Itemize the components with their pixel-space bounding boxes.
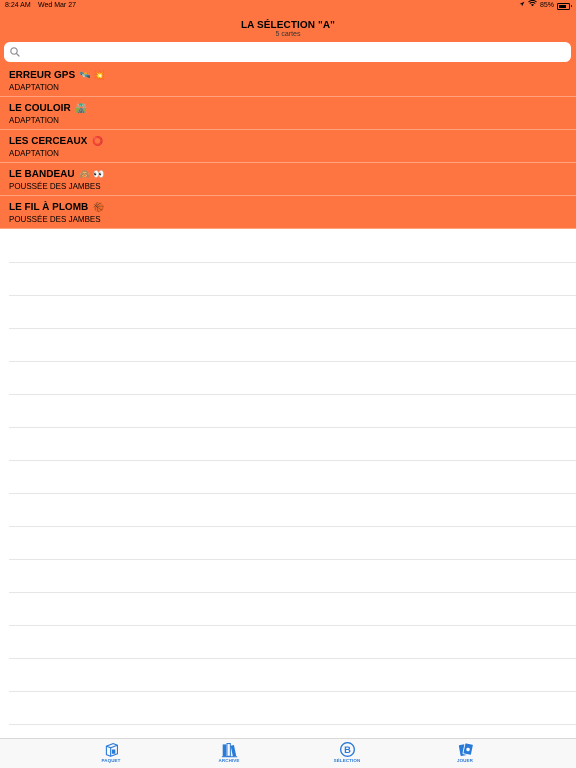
empty-row: [9, 263, 576, 296]
card-category: ADAPTATION: [9, 83, 59, 92]
empty-row: [9, 626, 576, 659]
tab-paquet[interactable]: PAQUET: [81, 741, 141, 767]
tab-label: SÉLECTION: [333, 758, 361, 763]
svg-text:B: B: [344, 745, 351, 755]
battery-percent: 85%: [539, 2, 554, 9]
card-title: LES CERCEAUX: [9, 136, 88, 147]
wifi-icon: [528, 0, 537, 12]
selection-b-icon: B: [339, 742, 355, 757]
empty-row: [9, 428, 576, 461]
card-emoji: 🏀: [93, 202, 105, 212]
card-row[interactable]: LE FIL À PLOMB 🏀 POUSSÉE DES JAMBES: [0, 196, 576, 229]
search-input[interactable]: [24, 45, 564, 59]
battery-icon: [557, 2, 572, 10]
card-title: LE COULOIR: [9, 103, 71, 114]
empty-row: [9, 395, 576, 428]
card-emoji: ⭕: [92, 136, 104, 146]
card-row[interactable]: LES CERCEAUX ⭕ ADAPTATION: [0, 130, 576, 163]
empty-table-area: [0, 230, 576, 738]
tab-selection[interactable]: B SÉLECTION: [317, 741, 377, 767]
search-icon: [10, 47, 20, 57]
status-date: Wed Mar 27: [38, 2, 76, 9]
tab-label: PAQUET: [101, 758, 121, 763]
card-list: ERREUR GPS 🛰️ 💥 ADAPTATION LE COULOIR 🛣️…: [0, 64, 576, 229]
card-category: ADAPTATION: [9, 149, 59, 158]
empty-row: [9, 692, 576, 725]
empty-row: [9, 329, 576, 362]
card-emoji: 🙈 👀: [79, 169, 105, 179]
tab-archive[interactable]: ARCHIVE: [199, 741, 259, 767]
empty-row: [9, 560, 576, 593]
tab-label: ARCHIVE: [218, 758, 240, 763]
status-bar: 8:24 AM Wed Mar 27 85%: [0, 0, 576, 12]
search-field[interactable]: [4, 42, 571, 62]
status-time: 8:24 AM: [5, 2, 31, 9]
page-subtitle: 5 cartes: [275, 31, 301, 38]
card-category: ADAPTATION: [9, 116, 59, 125]
card-title: LE BANDEAU: [9, 169, 75, 180]
navigation-bar: LA SÉLECTION "A" 5 cartes: [0, 12, 576, 41]
empty-row: [9, 296, 576, 329]
status-right: 85%: [519, 0, 572, 12]
card-title: ERREUR GPS: [9, 70, 76, 81]
card-row[interactable]: LE BANDEAU 🙈 👀 POUSSÉE DES JAMBES: [0, 163, 576, 196]
tab-bar: PAQUET ARCHIVE B SÉLECTION JOUER: [0, 738, 576, 768]
tab-label: JOUER: [456, 758, 473, 763]
empty-row: [9, 659, 576, 692]
page-title: LA SÉLECTION "A": [240, 20, 336, 31]
card-emoji: 🛣️: [75, 103, 87, 113]
card-emoji: 🛰️ 💥: [79, 70, 105, 80]
play-cards-icon: [458, 742, 474, 756]
empty-row: [9, 362, 576, 395]
card-category: POUSSÉE DES JAMBES: [9, 182, 101, 191]
deck-icon: [105, 742, 118, 757]
empty-row: [9, 461, 576, 494]
archive-icon: [221, 743, 237, 758]
card-row[interactable]: LE COULOIR 🛣️ ADAPTATION: [0, 97, 576, 130]
location-icon: [519, 0, 525, 12]
card-title: LE FIL À PLOMB: [9, 202, 89, 213]
empty-row: [9, 527, 576, 560]
empty-row: [9, 593, 576, 626]
empty-row: [9, 494, 576, 527]
tab-jouer[interactable]: JOUER: [435, 741, 495, 767]
empty-row: [9, 230, 576, 263]
card-category: POUSSÉE DES JAMBES: [9, 215, 101, 224]
card-row[interactable]: ERREUR GPS 🛰️ 💥 ADAPTATION: [0, 64, 576, 97]
search-bar: [0, 41, 576, 64]
